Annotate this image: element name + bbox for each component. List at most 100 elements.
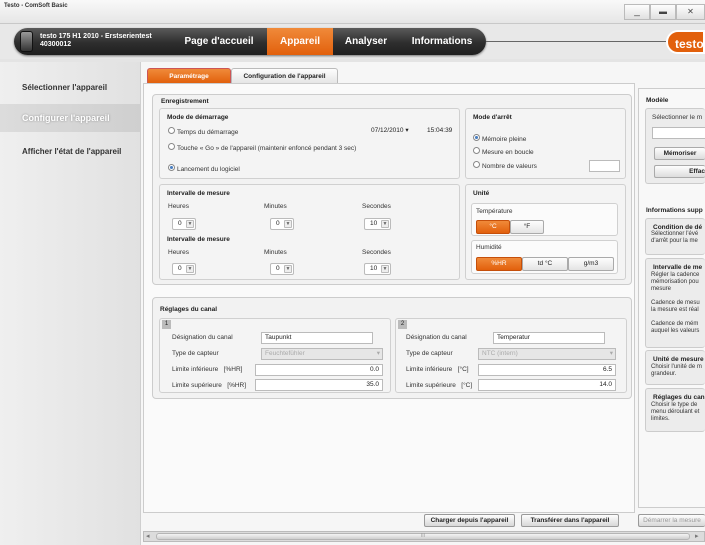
scroll-right-icon[interactable]: ▸ — [695, 532, 699, 540]
count-radio[interactable] — [473, 161, 480, 168]
channel-2-low-label: Limite inférieure [°C] — [406, 366, 469, 373]
value-count-input[interactable] — [589, 160, 620, 172]
unit-fahrenheit-button[interactable]: °F — [510, 220, 544, 234]
sidebar-item-device-status[interactable]: Afficher l'état de l'appareil — [0, 138, 140, 166]
model-name-input[interactable] — [652, 127, 705, 139]
start-option-go-key[interactable]: Touche « Go » de l'appareil (maintenir e… — [168, 143, 356, 152]
minimize-button[interactable]: _ — [624, 4, 650, 20]
info-title: Informations supp — [646, 207, 703, 214]
interval1-minutes-spinner[interactable]: 0 ▼ — [270, 218, 294, 230]
maximize-button[interactable]: ▬ — [650, 4, 676, 20]
subtab-parametrage[interactable]: Paramétrage — [147, 68, 231, 83]
tab-analyser[interactable]: Analyser — [335, 28, 397, 55]
sidebar-item-configure-device[interactable]: Configurer l'appareil — [0, 104, 140, 132]
interval2-seconds-value: 10 — [370, 265, 378, 272]
channel-2-number: 2 — [398, 320, 407, 329]
interval2-minutes-label: Minutes — [264, 249, 287, 256]
chevron-down-icon[interactable]: ▼ — [186, 265, 194, 273]
scroll-thumb[interactable]: III — [156, 533, 690, 540]
chevron-down-icon[interactable]: ▼ — [284, 265, 292, 273]
stop-option-memory-full[interactable]: Mémoire pleine — [473, 134, 526, 143]
start-option-software[interactable]: Lancement du logiciel — [168, 164, 240, 173]
stop-option-count[interactable]: Nombre de valeurs — [473, 161, 537, 170]
temperature-label: Température — [476, 208, 513, 215]
loop-radio[interactable] — [473, 147, 480, 154]
channel-1-designation-input[interactable]: Taupunkt — [261, 332, 373, 344]
info-section-4: Réglages du can Choisir le type de menu … — [645, 388, 705, 432]
channel-2-sensor-label: Type de capteur — [406, 350, 453, 357]
interval1-seconds-spinner[interactable]: 10 ▼ — [364, 218, 391, 230]
start-time-field[interactable]: 15:04:39 — [422, 126, 456, 138]
load-from-device-button[interactable]: Charger depuis l'appareil — [424, 514, 515, 527]
interval1-title: Intervalle de mesure — [167, 190, 230, 197]
channel-1-high-input[interactable]: 35.0 — [255, 379, 383, 391]
info-section-1-title: Condition de dé — [653, 224, 703, 231]
channel-2-low-input[interactable]: 6.5 — [478, 364, 616, 376]
tab-appareil[interactable]: Appareil — [267, 28, 333, 55]
humidity-label: Humidité — [476, 244, 502, 251]
info-section-2-line-9: auquel les valeurs — [651, 328, 700, 334]
channel-2-high-text: Limite supérieure — [406, 382, 456, 389]
info-section-2-line-6: la mesure est réal — [651, 307, 699, 313]
software-radio[interactable] — [168, 164, 175, 171]
channel-1-high-unit: [%HR] — [227, 382, 247, 389]
chevron-down-icon[interactable]: ▾ — [405, 127, 408, 134]
chevron-down-icon[interactable]: ▼ — [381, 220, 389, 228]
unit-gm3-button[interactable]: g/m3 — [568, 257, 614, 271]
info-section-2-line-1: Régler la cadence — [651, 272, 700, 278]
chevron-down-icon[interactable]: ▼ — [284, 220, 292, 228]
horizontal-scrollbar[interactable]: ◂ III ▸ — [143, 531, 705, 542]
start-date-field[interactable]: 07/12/2010 ▾ — [368, 126, 411, 138]
channel-1-number: 1 — [162, 320, 171, 329]
info-section-4-line-1: Choisir le type de — [651, 402, 698, 408]
unit-title: Unité — [473, 190, 490, 197]
device-name: testo 175 H1 2010 - Erstserientest 40300… — [40, 33, 152, 49]
go-key-radio[interactable] — [168, 143, 175, 150]
interval2-hours-spinner[interactable]: 0 ▼ — [172, 263, 196, 275]
info-section-1-line-1: Sélectionner l'évé — [651, 231, 699, 237]
channel-2-high-input[interactable]: 14.0 — [478, 379, 616, 391]
interval2-minutes-spinner[interactable]: 0 ▼ — [270, 263, 294, 275]
unit-rh-button[interactable]: %HR — [476, 257, 522, 271]
stop-option-loop[interactable]: Mesure en boucle — [473, 147, 534, 156]
chevron-down-icon[interactable]: ▼ — [381, 265, 389, 273]
device-model: testo 175 H1 2010 - Erstserientest — [40, 33, 152, 40]
close-button[interactable]: ✕ — [676, 4, 705, 20]
tab-informations[interactable]: Informations — [402, 28, 482, 55]
tab-page-accueil[interactable]: Page d'accueil — [174, 28, 264, 55]
chevron-down-icon: ▾ — [376, 350, 380, 357]
interval2-seconds-spinner[interactable]: 10 ▼ — [364, 263, 391, 275]
info-section-2-line-4 — [651, 293, 705, 300]
go-key-label: Touche « Go » de l'appareil (maintenir e… — [176, 145, 357, 152]
channel-2-low-unit: [°C] — [457, 366, 469, 373]
chevron-down-icon[interactable]: ▼ — [186, 220, 194, 228]
sidebar-item-select-device[interactable]: Sélectionner l'appareil — [0, 74, 140, 102]
count-label: Nombre de valeurs — [481, 163, 537, 170]
model-title: Modèle — [646, 97, 669, 104]
start-option-time[interactable]: Temps du démarrage — [168, 127, 238, 136]
interval1-hours-spinner[interactable]: 0 ▼ — [172, 218, 196, 230]
window-title: Testo - ComSoft Basic — [4, 3, 68, 9]
channel-2-designation-label: Désignation du canal — [406, 334, 467, 341]
info-section-2: Intervalle de me Régler la cadence mémor… — [645, 258, 705, 348]
channel-1-low-input[interactable]: 0.0 — [255, 364, 383, 376]
save-model-button[interactable]: Mémoriser — [654, 147, 705, 160]
start-time-radio[interactable] — [168, 127, 175, 134]
delete-model-button[interactable]: Effac — [654, 165, 705, 178]
info-section-3-line-2: grandeur. — [651, 371, 677, 377]
start-date: 07/12/2010 — [371, 127, 404, 134]
transfer-to-device-button[interactable]: Transférer dans l'appareil — [521, 514, 619, 527]
channel-2-low-text: Limite inférieure — [406, 366, 453, 373]
subtab-configuration[interactable]: Configuration de l'appareil — [231, 68, 338, 83]
channel-2-sensor-select: NTC (intern) ▾ — [478, 348, 616, 360]
info-section-2-line-7 — [651, 314, 705, 321]
testo-logo: testo — [666, 30, 705, 54]
unit-celsius-button[interactable]: °C — [476, 220, 510, 234]
channel-2-sensor-value: NTC (intern) — [482, 350, 518, 357]
interval1-minutes-label: Minutes — [264, 203, 287, 210]
scroll-left-icon[interactable]: ◂ — [146, 532, 150, 540]
channel-2-designation-input[interactable]: Temperatur — [493, 332, 605, 344]
unit-dewpoint-button[interactable]: td °C — [522, 257, 568, 271]
device-serial: 40300012 — [40, 41, 72, 48]
memory-full-radio[interactable] — [473, 134, 480, 141]
